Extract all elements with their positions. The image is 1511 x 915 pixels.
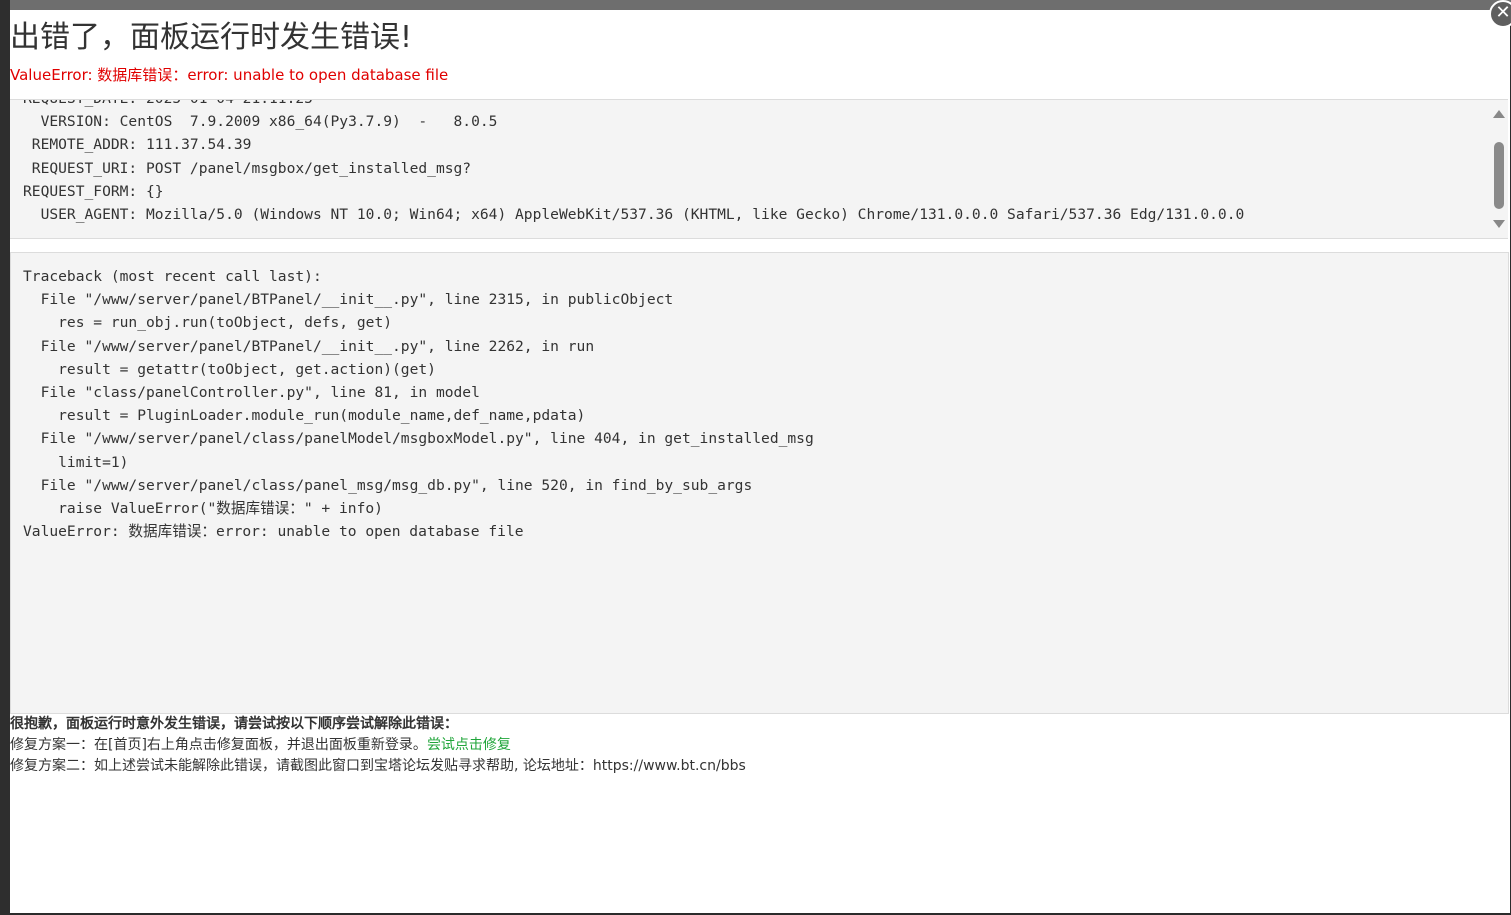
traceback-line: Traceback (most recent call last):	[23, 268, 322, 285]
close-icon[interactable]: ✕	[1489, 0, 1511, 28]
traceback-line: limit=1)	[23, 453, 129, 471]
error-dialog: 出错了，面板运行时发生错误! ValueError: 数据库错误：error: …	[10, 10, 1510, 913]
traceback-line: File "/www/server/panel/BTPanel/__init__…	[23, 337, 595, 355]
request-info-line: VERSION: CentOS 7.9.2009 x86_64(Py3.7.9)…	[23, 113, 498, 131]
traceback-line: res = run_obj.run(toObject, defs, get)	[23, 314, 393, 332]
traceback-line: File "class/panelController.py", line 81…	[23, 383, 480, 401]
traceback-line: result = getattr(toObject, get.action)(g…	[23, 360, 436, 378]
scroll-up-arrow-icon[interactable]	[1493, 110, 1505, 118]
traceback-line: File "/www/server/panel/BTPanel/__init__…	[23, 291, 674, 309]
try-fix-link[interactable]: 尝试点击修复	[427, 737, 511, 753]
request-info-lines: REQUEST_DATE: 2025-01-04 21:11:25 VERSIO…	[23, 100, 1245, 226]
traceback-line: File "/www/server/panel/class/panel_msg/…	[23, 476, 753, 494]
scrollbar-thumb[interactable]	[1494, 142, 1504, 209]
request-info-line: REQUEST_URI: POST /panel/msgbox/get_inst…	[23, 159, 472, 177]
help-section: 很抱歉，面板运行时意外发生错误，请尝试按以下顺序尝试解除此错误： 修复方案一：在…	[10, 714, 746, 777]
background-left-strip	[0, 0, 10, 915]
background-top-strip	[0, 0, 1511, 10]
fix-option-one-text: 修复方案一：在[首页]右上角点击修复面板，并退出面板重新登录。	[10, 737, 427, 753]
traceback-line: File "/www/server/panel/class/panelModel…	[23, 430, 814, 448]
scroll-down-arrow-icon[interactable]	[1493, 220, 1505, 228]
help-heading: 很抱歉，面板运行时意外发生错误，请尝试按以下顺序尝试解除此错误：	[10, 716, 458, 732]
dialog-title: 出错了，面板运行时发生错误!	[10, 20, 413, 55]
request-info-panel[interactable]: REQUEST_DATE: 2025-01-04 21:11:25 VERSIO…	[10, 99, 1508, 239]
traceback-line: ValueError: 数据库错误：error: unable to open …	[23, 523, 524, 541]
request-info-line: USER_AGENT: Mozilla/5.0 (Windows NT 10.0…	[23, 205, 1245, 223]
traceback-line: raise ValueError("数据库错误：" + info)	[23, 499, 383, 517]
traceback-line: result = PluginLoader.module_run(module_…	[23, 407, 586, 425]
request-info-scrollbar[interactable]	[1490, 100, 1508, 238]
error-message: ValueError: 数据库错误：error: unable to open …	[10, 66, 449, 84]
request-info-line: REQUEST_FORM: {}	[23, 182, 164, 200]
request-info-line: REQUEST_DATE: 2025-01-04 21:11:25	[23, 100, 1244, 110]
traceback-lines: Traceback (most recent call last): File …	[23, 265, 814, 543]
fix-option-two: 修复方案二：如上述尝试未能解除此错误，请截图此窗口到宝塔论坛发贴寻求帮助, 论坛…	[10, 758, 746, 774]
fix-option-one: 修复方案一：在[首页]右上角点击修复面板，并退出面板重新登录。尝试点击修复	[10, 735, 746, 756]
request-info-line: REMOTE_ADDR: 111.37.54.39	[23, 136, 252, 154]
traceback-panel[interactable]: Traceback (most recent call last): File …	[10, 252, 1509, 714]
